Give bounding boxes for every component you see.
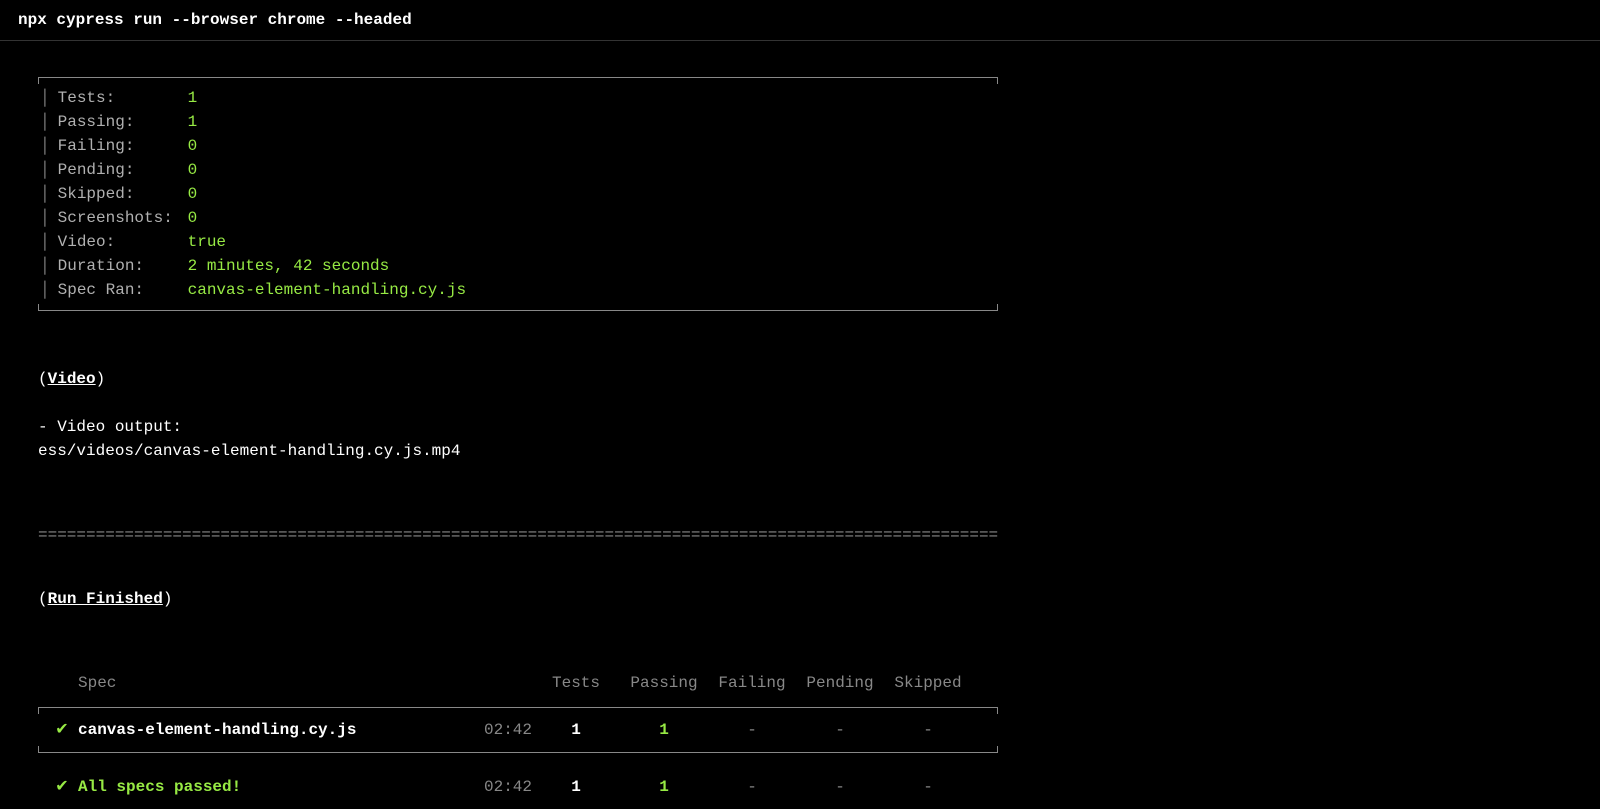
summary-skipped: - (884, 775, 972, 799)
spec-pending: - (796, 718, 884, 742)
col-tests-header: Tests (532, 671, 620, 695)
summary-row: ✔ All specs passed! 02:42 1 1 - - - (38, 765, 998, 809)
spec-table-header: Spec Tests Passing Failing Pending Skipp… (38, 671, 998, 695)
all-passed-text: All specs passed! (78, 775, 432, 799)
stat-spec-ran: │Spec Ran:canvas-element-handling.cy.js (38, 278, 998, 302)
checkmark-icon: ✔ (46, 775, 78, 799)
col-passing-header: Passing (620, 671, 708, 695)
command-line: npx cypress run --browser chrome --heade… (0, 0, 1600, 41)
stat-passing: │Passing:1 (38, 110, 998, 134)
col-spec-header: Spec (46, 671, 432, 695)
stat-duration: │Duration:2 minutes, 42 seconds (38, 254, 998, 278)
spec-file-name: canvas-element-handling.cy.js (78, 718, 432, 742)
stat-tests: │Tests:1 (38, 86, 998, 110)
summary-tests: 1 (532, 775, 620, 799)
terminal-output: npx cypress run --browser chrome --heade… (0, 0, 1600, 809)
summary-failing: - (708, 775, 796, 799)
spec-skipped: - (884, 718, 972, 742)
results-box: │Tests:1 │Passing:1 │Failing:0 │Pending:… (38, 77, 998, 311)
col-failing-header: Failing (708, 671, 796, 695)
video-section-header: (Video) (38, 367, 1562, 391)
video-output-path: ess/videos/canvas-element-handling.cy.js… (38, 439, 1562, 463)
spec-table: Spec Tests Passing Failing Pending Skipp… (38, 671, 998, 809)
summary-pending: - (796, 775, 884, 799)
spec-passing: 1 (620, 718, 708, 742)
stat-skipped: │Skipped:0 (38, 182, 998, 206)
summary-passing: 1 (620, 775, 708, 799)
run-finished-header: (Run Finished) (38, 587, 1562, 611)
stat-screenshots: │Screenshots:0 (38, 206, 998, 230)
stat-pending: │Pending:0 (38, 158, 998, 182)
summary-time: 02:42 (432, 775, 532, 799)
spec-row: ✔ canvas-element-handling.cy.js 02:42 1 … (38, 707, 998, 753)
col-pending-header: Pending (796, 671, 884, 695)
spec-failing: - (708, 718, 796, 742)
spec-tests: 1 (532, 718, 620, 742)
video-output-label: - Video output: (38, 415, 1562, 439)
divider-line: ========================================… (38, 523, 998, 547)
col-skipped-header: Skipped (884, 671, 972, 695)
checkmark-icon: ✔ (46, 718, 78, 742)
stat-video: │Video:true (38, 230, 998, 254)
spec-time: 02:42 (432, 718, 532, 742)
stat-failing: │Failing:0 (38, 134, 998, 158)
